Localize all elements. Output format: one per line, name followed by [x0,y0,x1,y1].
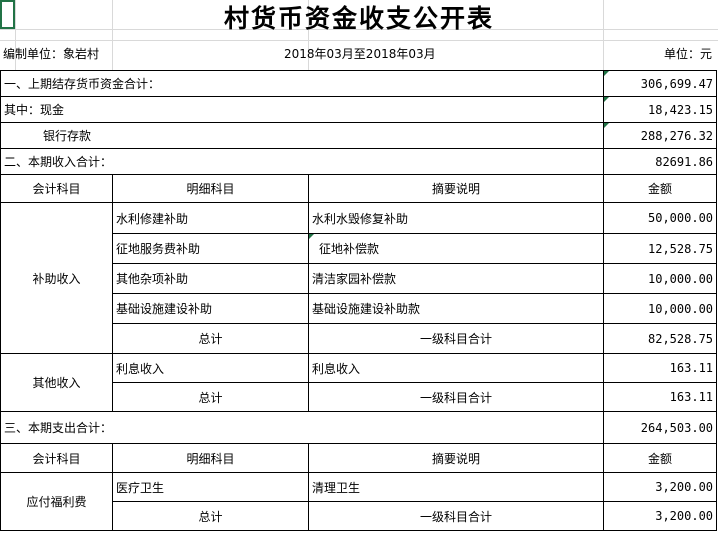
total-desc[interactable]: 一级科目合计 [307,501,605,531]
income-total-value[interactable]: 82691.86 [603,148,718,175]
expense-header-row: 会计科目 明细科目 摘要说明 金额 [0,443,718,473]
col-header-amount[interactable]: 金额 [603,443,718,473]
col-header-account[interactable]: 会计科目 [0,443,113,473]
description-cell[interactable]: 征地补偿款 [307,233,605,264]
cash-report-table: 一、上期结存货币资金合计： 306,699.47 其中：现金 18,423.15… [0,70,718,531]
bank-row: 银行存款 288,276.32 [0,122,718,149]
total-amount[interactable]: 82,528.75 [603,323,718,354]
table-row: 其他收入 利息收入 利息收入 163.11 [0,353,718,412]
col-header-detail[interactable]: 明细科目 [112,174,309,203]
total-amount[interactable]: 3,200.00 [603,501,718,531]
detail-cell[interactable]: 利息收入 [112,353,309,383]
compiling-unit: 编制单位：象岩村 [3,47,100,61]
total-label[interactable]: 总计 [112,501,309,531]
total-desc[interactable]: 一级科目合计 [307,323,605,354]
col-header-detail[interactable]: 明细科目 [112,443,309,473]
table-row: 应付福利费 医疗卫生 清理卫生 3,200.00 [0,472,718,531]
expense-total-row: 三、本期支出合计： 264,503.00 [0,411,718,444]
cash-row: 其中：现金 18,423.15 [0,96,718,123]
income-total-row: 二、本期收入合计： 82691.86 [0,148,718,175]
description-cell[interactable]: 基础设施建设补助款 [307,293,605,324]
cash-value[interactable]: 18,423.15 [603,96,718,123]
income-header-row: 会计科目 明细科目 摘要说明 金额 [0,174,718,203]
prev-balance-label[interactable]: 一、上期结存货币资金合计： [0,70,605,97]
amount-cell[interactable]: 12,528.75 [603,233,718,264]
description-cell[interactable]: 清洁家园补偿款 [307,263,605,294]
col-header-amount[interactable]: 金额 [603,174,718,203]
amount-cell[interactable]: 10,000.00 [603,293,718,324]
detail-cell[interactable]: 其他杂项补助 [112,263,309,294]
detail-cell[interactable]: 征地服务费补助 [112,233,309,264]
description-cell[interactable]: 清理卫生 [307,472,605,502]
expense-total-label[interactable]: 三、本期支出合计： [0,411,605,444]
total-amount[interactable]: 163.11 [603,382,718,412]
col-header-account[interactable]: 会计科目 [0,174,113,203]
amount-cell[interactable]: 3,200.00 [603,472,718,502]
bank-label[interactable]: 银行存款 [0,122,605,149]
total-label[interactable]: 总计 [112,323,309,354]
page-title: 村货币资金收支公开表 [223,4,494,33]
total-label[interactable]: 总计 [112,382,309,412]
spreadsheet[interactable]: 村货币资金收支公开表 编制单位：象岩村 2018年03月至2018年03月 单位… [0,0,718,551]
col-header-description[interactable]: 摘要说明 [307,443,605,473]
detail-cell[interactable]: 基础设施建设补助 [112,293,309,324]
detail-cell[interactable]: 水利修建补助 [112,202,309,234]
cash-label[interactable]: 其中：现金 [0,96,605,123]
account-welfare-payable[interactable]: 应付福利费 [0,472,113,531]
account-subsidy-income[interactable]: 补助收入 [0,202,113,354]
description-cell[interactable]: 水利水毁修复补助 [307,202,605,234]
amount-cell[interactable]: 50,000.00 [603,202,718,234]
account-other-income[interactable]: 其他收入 [0,353,113,412]
prev-balance-value[interactable]: 306,699.47 [603,70,718,97]
income-total-label[interactable]: 二、本期收入合计： [0,148,605,175]
bank-value[interactable]: 288,276.32 [603,122,718,149]
total-desc[interactable]: 一级科目合计 [307,382,605,412]
detail-cell[interactable]: 医疗卫生 [112,472,309,502]
col-header-description[interactable]: 摘要说明 [307,174,605,203]
expense-total-value[interactable]: 264,503.00 [603,411,718,444]
description-cell[interactable]: 利息收入 [307,353,605,383]
prev-balance-row: 一、上期结存货币资金合计： 306,699.47 [0,70,718,97]
currency-unit: 单位：元 [663,47,712,61]
table-row: 补助收入 水利修建补助 水利水毁修复补助 50,000.00 [0,202,718,354]
amount-cell[interactable]: 163.11 [603,353,718,383]
report-period: 2018年03月至2018年03月 [284,47,436,61]
amount-cell[interactable]: 10,000.00 [603,263,718,294]
